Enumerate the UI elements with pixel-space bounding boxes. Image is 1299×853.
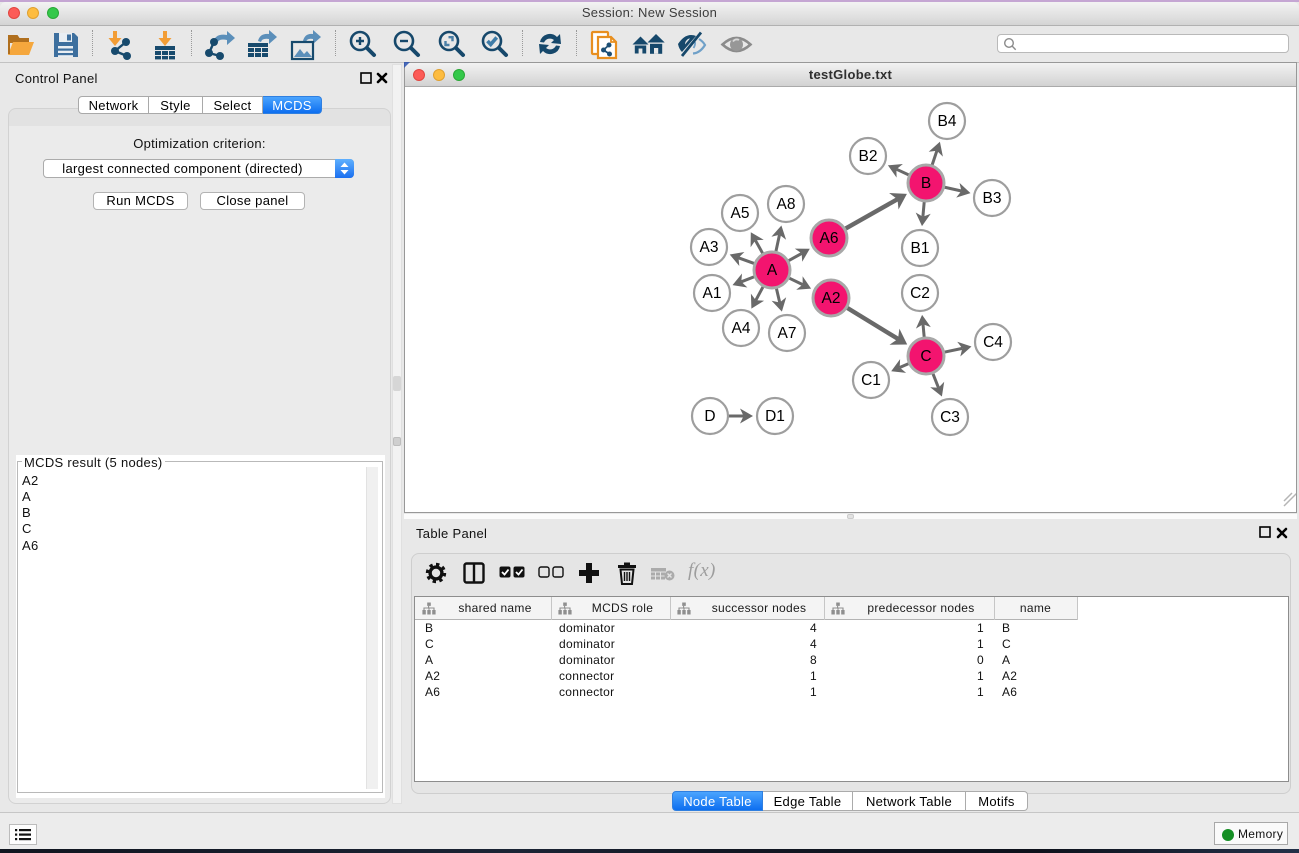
svg-text:B4: B4 xyxy=(938,113,957,130)
svg-text:C: C xyxy=(920,348,931,365)
svg-text:C1: C1 xyxy=(861,372,881,389)
svg-text:B: B xyxy=(921,175,931,192)
svg-text:D1: D1 xyxy=(765,408,785,425)
svg-text:A4: A4 xyxy=(732,320,751,337)
svg-text:C2: C2 xyxy=(910,285,930,302)
svg-text:C3: C3 xyxy=(940,409,960,426)
svg-text:A7: A7 xyxy=(778,325,797,342)
svg-text:B2: B2 xyxy=(859,148,878,165)
svg-text:A3: A3 xyxy=(700,239,719,256)
svg-text:A5: A5 xyxy=(731,205,750,222)
svg-text:C4: C4 xyxy=(983,334,1003,351)
svg-text:A: A xyxy=(767,262,778,279)
svg-text:D: D xyxy=(704,408,715,425)
svg-text:A2: A2 xyxy=(822,290,841,307)
svg-text:B3: B3 xyxy=(983,190,1002,207)
svg-text:A6: A6 xyxy=(820,230,839,247)
svg-text:B1: B1 xyxy=(911,240,930,257)
svg-text:A1: A1 xyxy=(703,285,722,302)
svg-text:A8: A8 xyxy=(777,196,796,213)
